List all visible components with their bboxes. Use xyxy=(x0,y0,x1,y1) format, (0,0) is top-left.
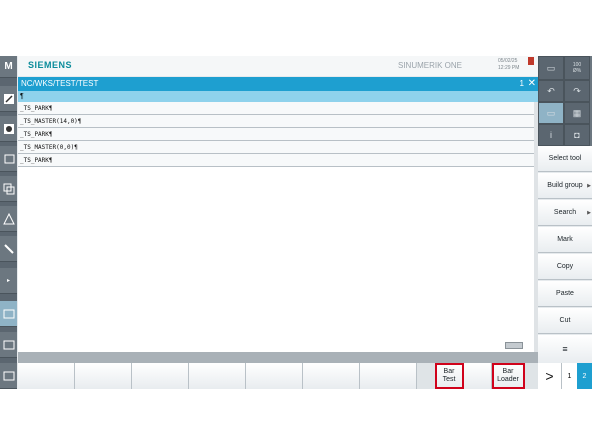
window-layout-button-3[interactable] xyxy=(0,363,17,389)
chevron-right-icon: ▶ xyxy=(587,182,591,189)
window-icon: ▭ xyxy=(546,107,556,118)
undo-button[interactable]: ↶ xyxy=(538,80,564,102)
program-edit-button[interactable] xyxy=(0,86,17,112)
chevron-right-icon: ▸ xyxy=(6,278,10,284)
horizontal-softkey-6[interactable] xyxy=(303,363,360,389)
program-line[interactable]: _TS_PARK¶ xyxy=(18,102,534,115)
brand-logo: SIEMENS xyxy=(28,60,73,70)
camera-button[interactable]: ◘ xyxy=(564,124,590,146)
override-unit: Ø% xyxy=(572,68,582,74)
machine-area-button[interactable]: M xyxy=(0,56,17,78)
expand-button[interactable]: ▸ xyxy=(0,268,17,294)
mode-button[interactable]: ▭ xyxy=(538,56,564,80)
chevron-right-icon: > xyxy=(545,368,554,384)
close-icon[interactable]: ✕ xyxy=(528,77,536,91)
document-icon xyxy=(4,154,14,163)
arrow-right-icon: ▭ xyxy=(546,62,556,73)
alarm-flag-icon xyxy=(528,57,534,65)
parameter-button[interactable] xyxy=(0,116,17,142)
build-group-button[interactable]: Build group ▶ xyxy=(538,173,592,199)
calculator-icon: ▦ xyxy=(572,107,582,118)
window-layout-button[interactable] xyxy=(0,301,17,327)
window-icon xyxy=(3,309,14,318)
diagnostics-button[interactable] xyxy=(0,206,17,232)
info-icon: i xyxy=(550,130,552,140)
status-strip xyxy=(18,352,538,363)
cursor-line[interactable]: ¶ xyxy=(18,91,538,102)
softkey-label: Cut xyxy=(559,316,571,324)
program-editor[interactable]: _TS_PARK¶ _TS_MASTER(14,0)¶ _TS_PARK¶ _T… xyxy=(18,102,538,352)
page-2-button[interactable]: 2 xyxy=(577,363,592,389)
channel-number: 1 xyxy=(519,79,524,88)
horizontal-softkey-4[interactable] xyxy=(189,363,246,389)
horizontal-softkey-5[interactable] xyxy=(246,363,303,389)
undo-icon: ↶ xyxy=(547,85,555,96)
edit-icon xyxy=(3,93,14,104)
softkey-label: Select tool xyxy=(548,154,582,162)
chevron-right-icon: ▶ xyxy=(587,209,591,216)
copy-pages-icon xyxy=(3,183,14,194)
softkey-label: Build group xyxy=(547,181,583,189)
scroll-button[interactable]: ≡ xyxy=(538,335,592,364)
redo-icon: ↷ xyxy=(573,85,581,96)
left-softkey-bar: M ▸ xyxy=(0,56,17,389)
override-display: 100 Ø% xyxy=(564,56,590,80)
redo-button[interactable]: ↷ xyxy=(564,80,590,102)
program-path: NC/WKS/TEST/TEST xyxy=(21,79,99,88)
horizontal-softkey-3[interactable] xyxy=(132,363,189,389)
gear-icon xyxy=(3,123,14,134)
softkey-label: Bar Loader xyxy=(497,368,519,383)
keyboard-icon[interactable] xyxy=(505,342,523,349)
view-button[interactable]: ▭ xyxy=(538,102,564,124)
program-line[interactable]: _TS_PARK¶ xyxy=(18,154,534,167)
mark-button[interactable]: Mark xyxy=(538,227,592,253)
cut-button[interactable]: Cut xyxy=(538,308,592,334)
softkey-label: Copy xyxy=(556,262,574,270)
program-line[interactable]: _TS_MASTER(0,0)¶ xyxy=(18,141,534,154)
copy-button[interactable]: Copy xyxy=(538,254,592,280)
bottom-softkey-bar: Bar Test Bar Loader > 1 2 xyxy=(18,363,592,389)
camera-icon: ◘ xyxy=(574,130,580,140)
softkey-label: Mark xyxy=(557,235,573,243)
search-button[interactable]: Search ▶ xyxy=(538,200,592,226)
window-layout-button-2[interactable] xyxy=(0,332,17,358)
machine-icon: M xyxy=(4,61,13,72)
wrench-icon xyxy=(3,243,14,254)
select-tool-button[interactable]: Select tool xyxy=(538,146,592,172)
right-top-panel: ▭ 100 Ø% ↶ ↷ ▭ ▦ i ◘ xyxy=(538,56,592,146)
list-scroll-icon: ≡ xyxy=(562,344,568,354)
horizontal-softkey-spacer[interactable] xyxy=(464,363,492,389)
warning-icon xyxy=(2,212,15,224)
date-text: 05/02/25 xyxy=(498,58,518,64)
setup-button[interactable] xyxy=(0,236,17,262)
program-button[interactable] xyxy=(0,146,17,172)
program-manager-button[interactable] xyxy=(0,176,17,202)
time-text: 12:29 PM xyxy=(498,65,520,71)
product-name: SINUMERIK ONE xyxy=(398,61,463,70)
horizontal-softkey-7[interactable] xyxy=(360,363,417,389)
paste-button[interactable]: Paste xyxy=(538,281,592,307)
more-softkeys-button[interactable]: > xyxy=(538,363,562,389)
page-1-button[interactable]: 1 xyxy=(562,363,577,389)
program-path-bar: NC/WKS/TEST/TEST 1 ✕ xyxy=(18,77,538,91)
right-softkey-bar: Select tool Build group ▶ Search ▶ Mark Co… xyxy=(538,146,592,364)
bar-loader-button[interactable]: Bar Loader xyxy=(492,363,525,389)
bar-test-button[interactable]: Bar Test xyxy=(435,363,464,389)
program-line[interactable]: _TS_MASTER(14,0)¶ xyxy=(18,115,534,128)
softkey-label: Search xyxy=(553,208,577,216)
info-button[interactable]: i xyxy=(538,124,564,146)
horizontal-softkey-2[interactable] xyxy=(75,363,132,389)
program-line[interactable]: _TS_PARK¶ xyxy=(18,128,534,141)
header: SIEMENS SINUMERIK ONE 05/02/25 12:29 PM xyxy=(18,56,538,76)
window-icon xyxy=(3,340,14,349)
window-icon xyxy=(3,371,14,380)
softkey-label: Paste xyxy=(556,289,574,297)
datetime: 05/02/25 12:29 PM xyxy=(498,58,519,72)
softkey-label: Bar Test xyxy=(442,368,456,383)
hmi-screen: M ▸ SIEMENS SINUMERIK ONE 05/02/25 12:29… xyxy=(0,56,592,389)
calculator-button[interactable]: ▦ xyxy=(564,102,590,124)
horizontal-softkey-1[interactable] xyxy=(18,363,75,389)
